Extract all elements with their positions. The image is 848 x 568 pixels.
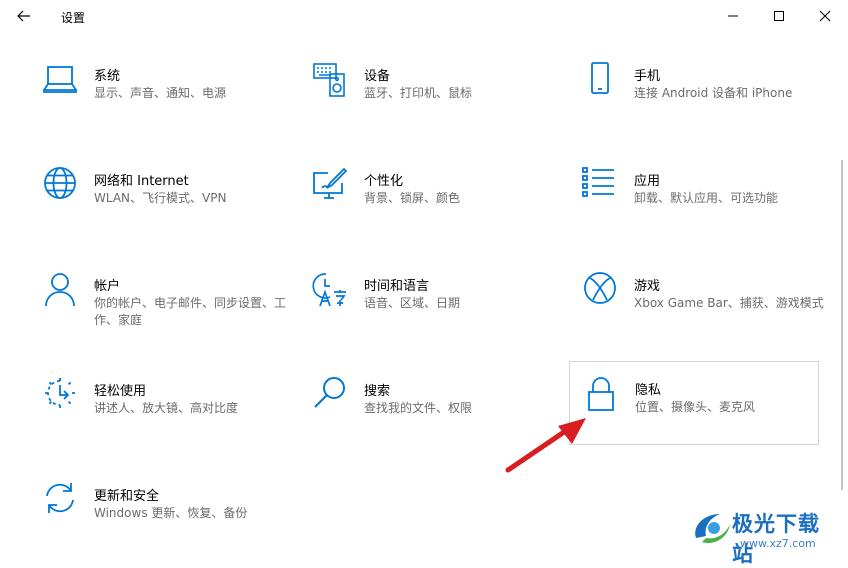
- globe-icon: [40, 165, 80, 205]
- xbox-icon: [580, 270, 620, 310]
- tile-gaming[interactable]: 游戏 Xbox Game Bar、捕获、游戏模式: [584, 272, 834, 358]
- tile-description: WLAN、飞行模式、VPN: [94, 191, 227, 205]
- scrollbar[interactable]: [841, 160, 843, 490]
- tile-title: 时间和语言: [364, 279, 430, 294]
- tile-update-security[interactable]: 更新和安全 Windows 更新、恢复、备份: [44, 483, 294, 568]
- laptop-icon: [40, 60, 80, 100]
- tile-description: 语音、区域、日期: [364, 296, 461, 310]
- tile-phone[interactable]: 手机 连接 Android 设备和 iPhone: [584, 62, 834, 148]
- annotation-arrow: [505, 418, 586, 473]
- minimize-button[interactable]: [710, 0, 756, 32]
- tile-title: 手机: [634, 69, 661, 84]
- close-icon: [819, 10, 831, 22]
- tile-time-language[interactable]: 时间和语言 语音、区域、日期: [312, 273, 564, 358]
- tile-description: 蓝牙、打印机、鼠标: [364, 86, 473, 100]
- tile-title: 搜索: [364, 384, 391, 399]
- tile-description: 连接 Android 设备和 iPhone: [634, 86, 793, 100]
- tile-privacy[interactable]: 隐私 位置、摄像头、麦克风: [569, 361, 819, 445]
- tile-title: 系统: [94, 69, 121, 84]
- back-arrow-icon: [17, 10, 30, 22]
- maximize-icon: [774, 11, 784, 21]
- window-title: 设置: [61, 11, 86, 25]
- phone-icon: [580, 60, 620, 100]
- title-bar: 设置: [0, 0, 848, 32]
- watermark-logo-icon: [695, 514, 730, 544]
- tile-description: 你的帐户、电子邮件、同步设置、工作、家庭: [94, 296, 287, 327]
- tile-apps[interactable]: 应用 卸载、默认应用、可选功能: [582, 167, 834, 253]
- tile-title: 应用: [634, 174, 661, 189]
- tile-title: 帐户: [94, 279, 121, 294]
- tile-description: 背景、锁屏、颜色: [364, 191, 461, 205]
- tile-description: 讲述人、放大镜、高对比度: [94, 401, 239, 415]
- watermark-url: www.xz7.com: [740, 537, 816, 550]
- search-icon: [310, 375, 350, 415]
- tile-accounts[interactable]: 帐户 你的帐户、电子邮件、同步设置、工作、家庭: [44, 273, 294, 358]
- tile-system[interactable]: 系统 显示、声音、通知、电源: [43, 64, 294, 148]
- tile-description: 位置、摄像头、麦克风: [635, 400, 756, 414]
- minimize-icon: [728, 15, 738, 17]
- ease-of-access-icon: [40, 375, 80, 415]
- tile-description: Windows 更新、恢复、备份: [94, 506, 248, 520]
- watermark: 极光下载站 www.xz7.com: [690, 504, 840, 566]
- tile-description: Xbox Game Bar、捕获、游戏模式: [634, 296, 824, 310]
- tile-title: 轻松使用: [94, 384, 147, 399]
- tile-description: 卸载、默认应用、可选功能: [634, 191, 779, 205]
- tile-title: 隐私: [635, 383, 662, 398]
- tile-title: 个性化: [364, 174, 404, 189]
- paint-monitor-icon: [310, 165, 350, 205]
- tile-title: 更新和安全: [94, 489, 160, 504]
- person-icon: [40, 270, 80, 310]
- tile-title: 网络和 Internet: [94, 174, 189, 189]
- tile-devices[interactable]: 设备 蓝牙、打印机、鼠标: [313, 63, 564, 148]
- maximize-button[interactable]: [756, 0, 802, 32]
- tile-personalization[interactable]: 个性化 背景、锁屏、颜色: [313, 167, 564, 253]
- tile-network[interactable]: 网络和 Internet WLAN、飞行模式、VPN: [44, 167, 294, 253]
- tile-title: 游戏: [634, 279, 661, 294]
- tile-description: 显示、声音、通知、电源: [94, 86, 227, 100]
- keyboard-speaker-icon: [310, 60, 350, 100]
- close-button[interactable]: [802, 0, 848, 32]
- tile-ease-of-access[interactable]: 轻松使用 讲述人、放大镜、高对比度: [44, 378, 294, 463]
- time-language-icon: [310, 270, 350, 310]
- app-list-icon: [580, 165, 620, 205]
- back-button[interactable]: [8, 2, 40, 30]
- sync-icon: [40, 480, 80, 520]
- tile-title: 设备: [364, 69, 391, 84]
